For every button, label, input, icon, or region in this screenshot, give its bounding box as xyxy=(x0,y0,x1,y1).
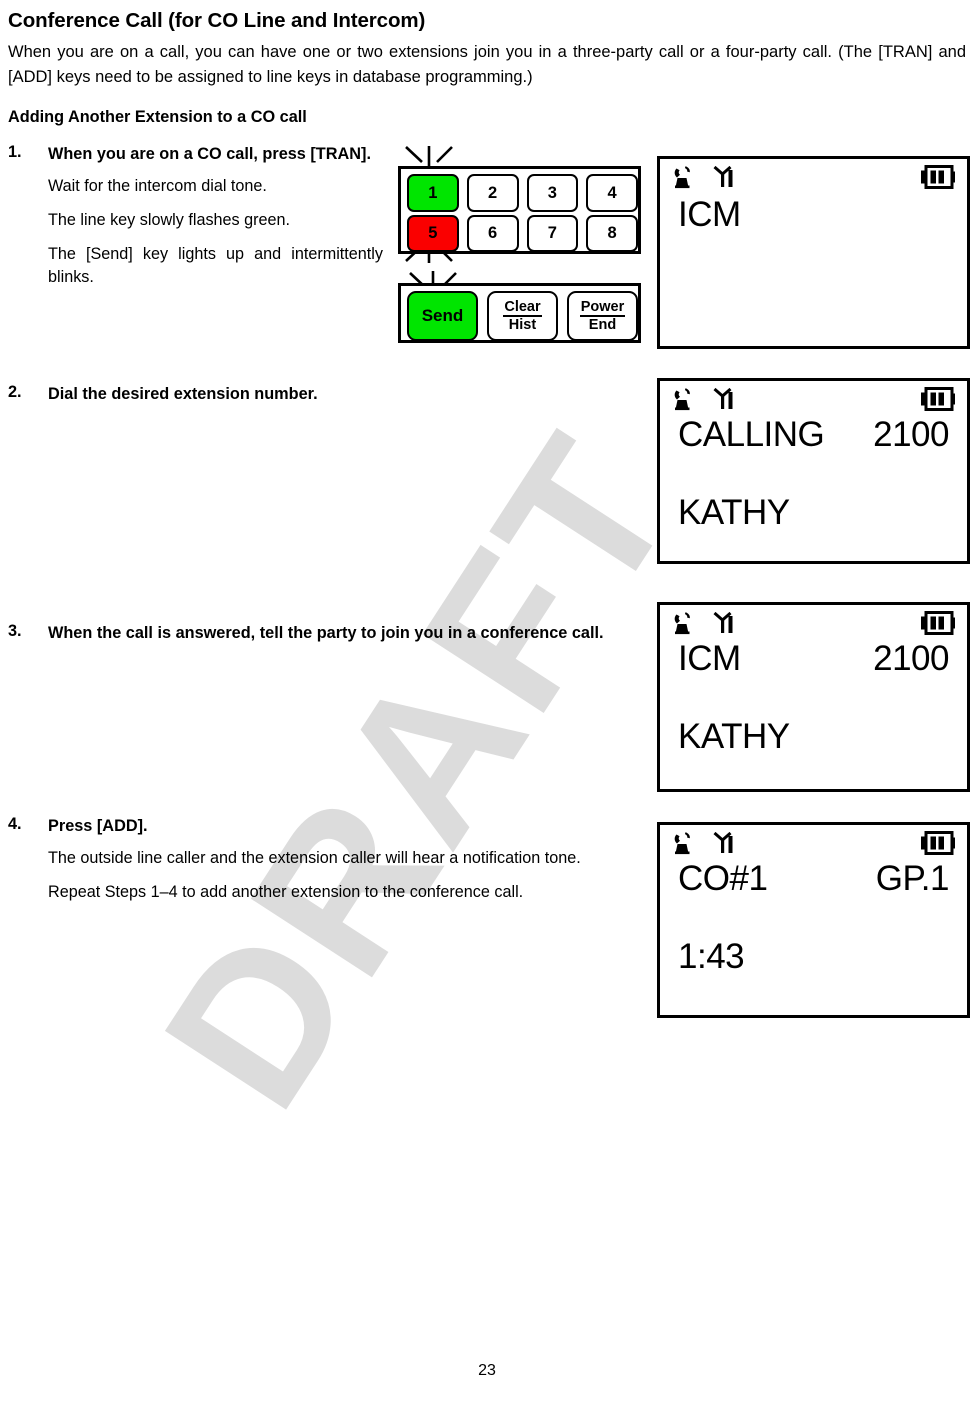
step-number: 2. xyxy=(8,383,22,401)
handset-offhook-icon xyxy=(674,612,690,635)
lcd-status-bar xyxy=(660,381,967,421)
step-body: Press [ADD]. The outside line caller and… xyxy=(48,815,626,904)
step-lead-text: When you are on a CO call, press [TRAN]. xyxy=(48,145,371,163)
lcd-status-left-icons xyxy=(672,831,738,857)
signal-antenna-icon xyxy=(713,387,733,409)
lcd-row1-left: ICM xyxy=(678,639,741,678)
lcd-row2-right xyxy=(949,939,953,975)
step-body: When the call is answered, tell the part… xyxy=(48,622,628,654)
send-key[interactable]: Send xyxy=(407,291,478,341)
function-key-row: Send Clear Hist Power End xyxy=(407,291,638,341)
lcd-status-right-icons xyxy=(921,165,955,194)
lcd-row2-left: 1:43 xyxy=(678,937,745,977)
step-note: The line key slowly flashes green. xyxy=(48,211,291,230)
lcd-row1-left: CALLING xyxy=(678,415,825,454)
hist-key-label: Hist xyxy=(508,317,537,333)
battery-icon xyxy=(921,165,955,189)
lcd-status-right-icons xyxy=(921,611,955,640)
lcd-row1-right: 2100 xyxy=(873,639,949,678)
power-end-key[interactable]: Power End xyxy=(567,291,638,341)
step-note: The outside line caller and the extensio… xyxy=(48,849,581,868)
lcd-row1-left: CO#1 xyxy=(678,859,768,898)
lcd-status-right-icons xyxy=(921,387,955,416)
line-key-7[interactable]: 7 xyxy=(526,214,579,252)
function-key-block: Send Clear Hist Power End xyxy=(398,283,641,343)
clear-hist-key[interactable]: Clear Hist xyxy=(487,291,558,341)
intro-paragraph: When you are on a call, you can have one… xyxy=(8,43,966,87)
lcd-text-row-2: KATHY xyxy=(660,717,967,757)
line-key-8[interactable]: 8 xyxy=(586,214,638,252)
battery-icon xyxy=(921,387,955,411)
battery-icon xyxy=(921,831,955,855)
step-lead-text: Press [ADD]. xyxy=(48,817,148,835)
line-key-grid: 1 2 3 4 5 6 7 8 xyxy=(407,174,638,252)
lcd-row1-right xyxy=(949,197,953,233)
step-body: When you are on a CO call, press [TRAN].… xyxy=(48,143,383,289)
line-key-block: 1 2 3 4 5 6 7 8 xyxy=(398,166,641,254)
lcd-panel-2: CALLING 2100 KATHY xyxy=(657,378,970,564)
step-body: Dial the desired extension number. xyxy=(48,383,628,415)
draft-watermark-text: DRAFT xyxy=(119,396,721,1146)
page-title: Conference Call (for CO Line and Interco… xyxy=(8,9,426,32)
lcd-row2-left: KATHY xyxy=(678,493,790,533)
lcd-text-row-1: CALLING 2100 xyxy=(660,415,967,454)
lcd-status-left-icons xyxy=(672,165,738,191)
send-key-label: Send xyxy=(421,306,464,326)
lcd-status-left-icons xyxy=(672,387,738,413)
handset-offhook-icon xyxy=(674,832,690,855)
lcd-text-row-1: ICM xyxy=(660,195,967,234)
lcd-panel-4: CO#1 GP.1 1:43 xyxy=(657,822,970,1018)
step-number: 1. xyxy=(8,143,22,161)
step-lead-text: Dial the desired extension number. xyxy=(48,385,318,403)
lcd-row2-right xyxy=(949,495,953,531)
lcd-status-right-icons xyxy=(921,831,955,860)
lcd-text-row-2: 1:43 xyxy=(660,937,967,977)
lcd-status-bar xyxy=(660,159,967,199)
line-key-1[interactable]: 1 xyxy=(407,174,459,212)
lcd-status-bar xyxy=(660,825,967,865)
lcd-row1-left: ICM xyxy=(678,195,741,234)
signal-antenna-icon xyxy=(713,611,733,633)
lcd-row1-right: GP.1 xyxy=(875,859,950,898)
line-key-6[interactable]: 6 xyxy=(466,214,519,252)
line-key-5[interactable]: 5 xyxy=(407,214,459,252)
line-key-2[interactable]: 2 xyxy=(466,174,519,212)
lcd-row2-right xyxy=(949,719,953,755)
section-subheading: Adding Another Extension to a CO call xyxy=(8,108,307,126)
lcd-status-left-icons xyxy=(672,611,738,637)
step-note: Wait for the intercom dial tone. xyxy=(48,177,267,196)
clear-key-label: Clear xyxy=(503,299,542,317)
lcd-text-row-1: ICM 2100 xyxy=(660,639,967,678)
line-key-4[interactable]: 4 xyxy=(586,174,638,212)
lcd-row1-right: 2100 xyxy=(873,415,949,454)
step-note: Repeat Steps 1–4 to add another extensio… xyxy=(48,883,524,902)
step-number: 3. xyxy=(8,622,22,640)
step-number: 4. xyxy=(8,815,22,833)
lcd-status-bar xyxy=(660,605,967,645)
lcd-text-row-2: KATHY xyxy=(660,493,967,533)
power-key-label: Power xyxy=(579,299,626,317)
step-lead-text: When the call is answered, tell the part… xyxy=(48,624,604,642)
lcd-panel-3: ICM 2100 KATHY xyxy=(657,602,970,792)
end-key-label: End xyxy=(588,317,617,333)
lcd-row2-left: KATHY xyxy=(678,717,790,757)
handset-offhook-icon xyxy=(674,166,690,189)
line-key-3[interactable]: 3 xyxy=(526,174,579,212)
lcd-text-row-1: CO#1 GP.1 xyxy=(660,859,967,898)
lcd-panel-1: ICM xyxy=(657,156,970,349)
battery-icon xyxy=(921,611,955,635)
handset-offhook-icon xyxy=(674,388,690,411)
signal-antenna-icon xyxy=(713,831,733,853)
page-number: 23 xyxy=(478,1362,496,1379)
step-note: The [Send] key lights up and intermitten… xyxy=(48,245,383,287)
keypad-diagram: 1 2 3 4 5 6 7 8 Send Clear Hist Power En… xyxy=(393,143,643,348)
signal-antenna-icon xyxy=(713,165,733,187)
